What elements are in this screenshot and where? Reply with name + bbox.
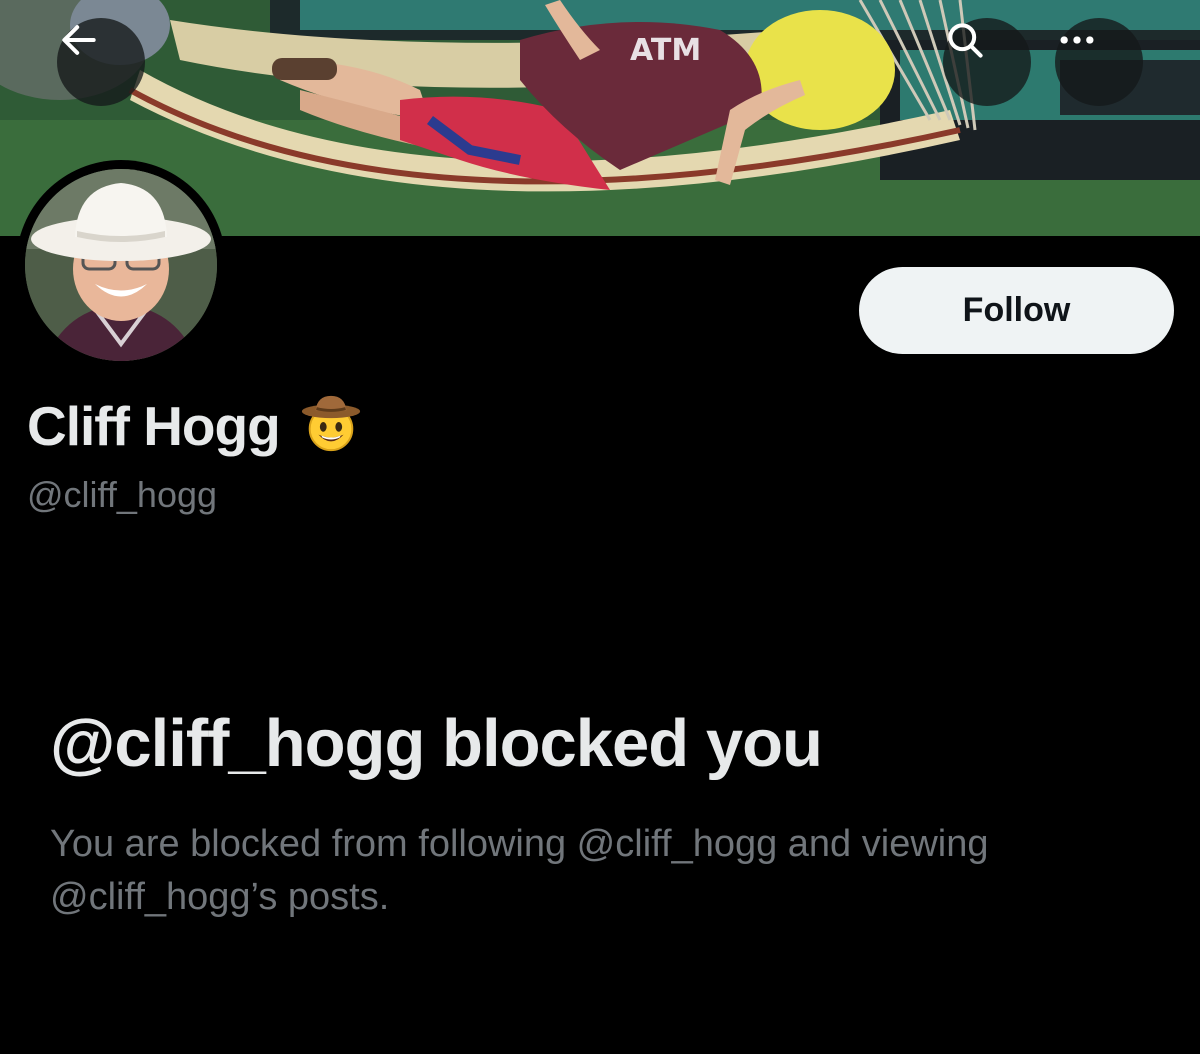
blocked-title: @cliff_hogg blocked you [50,706,823,781]
profile-name-row: Cliff Hogg [27,392,362,459]
svg-text:ATM: ATM [630,33,701,68]
cowboy-emoji-icon [300,392,362,459]
search-icon [948,23,983,58]
follow-button[interactable]: Follow [859,267,1174,354]
more-horizontal-icon [1060,36,1094,44]
blocked-description: You are blocked from following @cliff_ho… [50,823,989,918]
display-name: Cliff Hogg [27,394,281,457]
more-options-button[interactable] [1055,18,1143,106]
search-button[interactable] [943,18,1031,106]
avatar-image [25,169,217,361]
arrow-left-icon [62,25,96,55]
profile-handle: @cliff_hogg [27,474,218,515]
back-button[interactable] [57,18,145,106]
avatar[interactable] [16,160,226,370]
